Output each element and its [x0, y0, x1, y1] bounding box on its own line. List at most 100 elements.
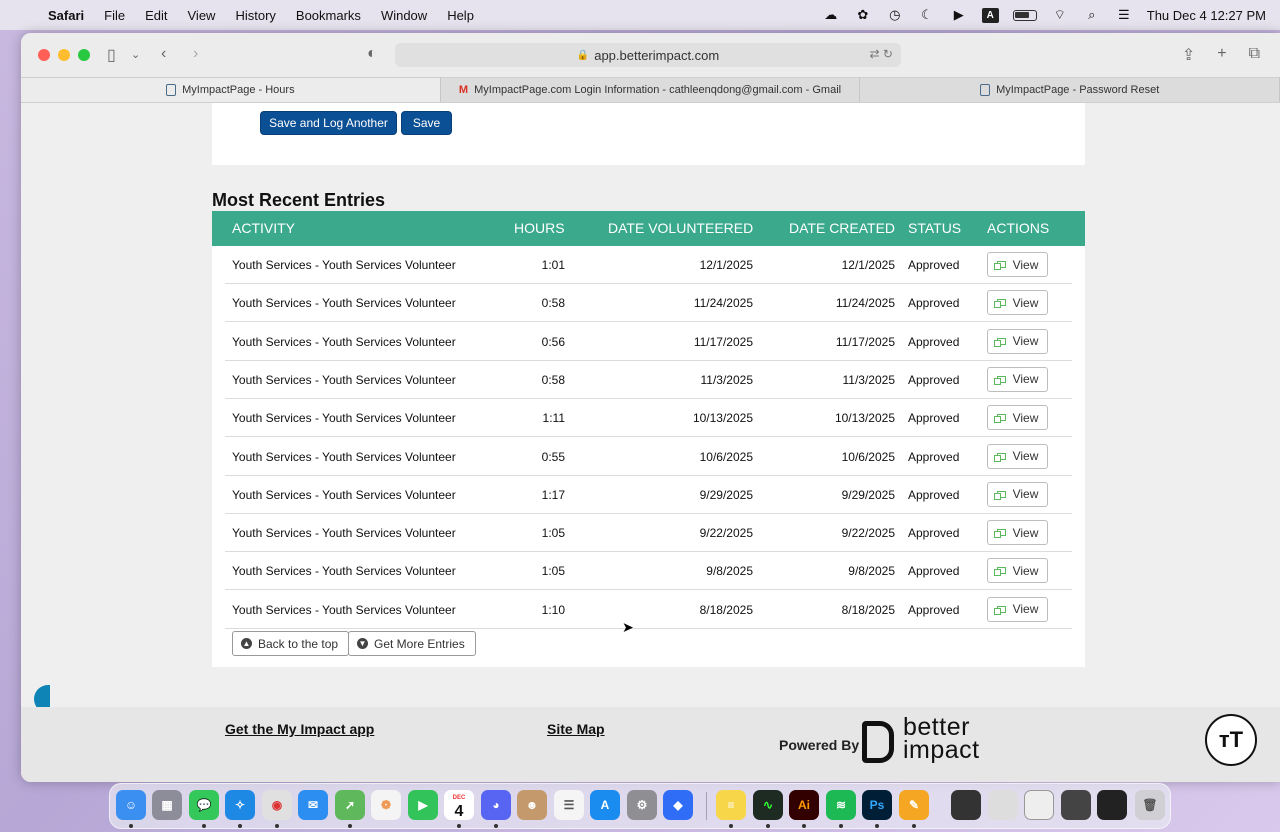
- safari-icon[interactable]: ✧: [225, 790, 255, 820]
- view-button[interactable]: View: [987, 252, 1048, 277]
- spotlight-search-icon[interactable]: ⌕: [1083, 7, 1101, 22]
- play-icon[interactable]: ▶: [950, 7, 968, 22]
- menu-clock[interactable]: Thu Dec 4 12:27 PM: [1147, 8, 1266, 23]
- menu-bookmarks[interactable]: Bookmarks: [296, 8, 361, 23]
- window-thumbnail-3-icon[interactable]: [1024, 790, 1054, 820]
- window-thumbnail-4-icon[interactable]: [1061, 790, 1091, 820]
- minimize-window-button[interactable]: [58, 49, 70, 61]
- zoom-window-button[interactable]: [78, 49, 90, 61]
- window-thumbnail-2-icon[interactable]: [988, 790, 1018, 820]
- address-bar[interactable]: 🔒 app.betterimpact.com ⇄ ↻: [395, 43, 901, 67]
- messages-icon[interactable]: 💬: [189, 790, 219, 820]
- close-window-button[interactable]: [38, 49, 50, 61]
- date-volunteered-cell: 9/8/2025: [706, 564, 753, 579]
- wifi-icon[interactable]: ⌔: [1051, 7, 1069, 22]
- system-settings-icon[interactable]: ⚙: [627, 790, 657, 820]
- hours-cell: 1:05: [541, 526, 565, 541]
- window-controls: [38, 49, 90, 61]
- extension-icon[interactable]: ✿: [854, 7, 872, 22]
- calendar-icon[interactable]: DEC 4: [444, 790, 474, 820]
- save-button[interactable]: Save: [401, 111, 452, 135]
- spotify-icon[interactable]: ≋: [826, 790, 856, 820]
- view-label: View: [1012, 525, 1039, 540]
- view-button[interactable]: View: [987, 405, 1048, 431]
- pages-icon[interactable]: ✎: [899, 790, 929, 820]
- trash-icon[interactable]: 🗑: [1135, 790, 1165, 820]
- activity-monitor-icon[interactable]: ∿: [753, 790, 783, 820]
- tab-gmail[interactable]: M MyImpactPage.com Login Information - c…: [441, 78, 861, 102]
- input-source-icon[interactable]: A: [981, 7, 999, 23]
- view-button[interactable]: View: [987, 328, 1048, 354]
- battery-icon[interactable]: [1012, 9, 1037, 21]
- browser-toolbar: ▯ ⌄ ‹ › ◐ 🔒 app.betterimpact.com ⇄ ↻ ⇪ +…: [21, 33, 1280, 77]
- date-created-cell: 11/3/2025: [842, 372, 896, 387]
- tab-password-reset[interactable]: MyImpactPage - Password Reset: [860, 78, 1280, 102]
- activity-cell: Youth Services - Youth Services Voluntee…: [232, 411, 456, 426]
- forward-arrow-icon[interactable]: ›: [193, 45, 198, 63]
- site-map-link[interactable]: Site Map: [547, 721, 605, 737]
- menu-help[interactable]: Help: [447, 8, 474, 23]
- tab-hours[interactable]: MyImpactPage - Hours: [21, 78, 441, 102]
- photos-icon[interactable]: ❁: [371, 790, 401, 820]
- photoshop-icon[interactable]: Ps: [862, 790, 892, 820]
- dock-running-dot: [275, 824, 279, 828]
- new-tab-icon[interactable]: +: [1217, 45, 1226, 65]
- back-arrow-icon[interactable]: ‹: [161, 45, 166, 63]
- discord-icon[interactable]: ◕: [481, 790, 511, 820]
- time-machine-icon[interactable]: ◷: [886, 7, 904, 22]
- view-button[interactable]: View: [987, 596, 1048, 622]
- status-cell: Approved: [908, 334, 960, 349]
- sidebar-toggle-icon[interactable]: ▯: [107, 45, 116, 65]
- creative-cloud-icon[interactable]: ☁: [822, 7, 840, 22]
- menu-edit[interactable]: Edit: [145, 8, 167, 23]
- get-more-entries-button[interactable]: ▼ Get More Entries: [348, 631, 476, 656]
- view-button[interactable]: View: [987, 558, 1048, 584]
- roblox-icon[interactable]: ◆: [663, 790, 693, 820]
- launchpad-icon[interactable]: ▦: [152, 790, 182, 820]
- facetime-icon[interactable]: ▶: [408, 790, 438, 820]
- log-hours-form-footer: Save and Log Another Save: [212, 103, 1085, 165]
- reminders-icon[interactable]: ☰: [554, 790, 584, 820]
- view-button[interactable]: View: [987, 520, 1048, 546]
- view-button[interactable]: View: [987, 481, 1048, 507]
- menu-file[interactable]: File: [104, 8, 125, 23]
- view-button[interactable]: View: [987, 290, 1048, 316]
- menu-app-name[interactable]: Safari: [48, 8, 84, 23]
- status-cell: Approved: [908, 602, 960, 617]
- powered-by-label: Powered By: [779, 737, 860, 753]
- maps-icon[interactable]: ➚: [335, 790, 365, 820]
- back-to-top-button[interactable]: ▲ Back to the top: [232, 631, 350, 656]
- control-center-icon[interactable]: ☰: [1115, 7, 1133, 22]
- date-created-cell: 12/1/2025: [841, 258, 895, 272]
- chrome-icon[interactable]: ◉: [262, 790, 292, 820]
- text-size-icon[interactable]: тT: [1205, 714, 1257, 766]
- date-created-cell: 11/17/2025: [835, 334, 895, 349]
- privacy-shield-icon[interactable]: ◐: [367, 45, 377, 63]
- save-and-log-another-button[interactable]: Save and Log Another: [260, 111, 397, 135]
- window-thumbnail-1-icon[interactable]: [951, 790, 981, 820]
- view-button[interactable]: View: [987, 443, 1048, 469]
- window-thumbnail-5-icon[interactable]: [1097, 790, 1127, 820]
- chevron-down-icon[interactable]: ⌄: [131, 48, 140, 61]
- activity-cell: Youth Services - Youth Services Voluntee…: [232, 372, 456, 387]
- menu-view[interactable]: View: [188, 8, 216, 23]
- view-button[interactable]: View: [987, 366, 1048, 392]
- menu-window[interactable]: Window: [381, 8, 427, 23]
- notes-icon[interactable]: ≡: [716, 790, 746, 820]
- contacts-icon[interactable]: ☻: [517, 790, 547, 820]
- menu-history[interactable]: History: [235, 8, 275, 23]
- app-store-icon[interactable]: A: [590, 790, 620, 820]
- translate-reload-icons[interactable]: ⇄ ↻: [870, 47, 893, 61]
- date-created-cell: 9/22/2025: [841, 526, 895, 541]
- share-icon[interactable]: ⇪: [1182, 45, 1195, 65]
- view-details-icon: [993, 414, 1006, 424]
- date-volunteered-cell: 11/3/2025: [700, 372, 754, 387]
- finder-icon[interactable]: ☺: [116, 790, 146, 820]
- focus-moon-icon[interactable]: ☾: [918, 7, 936, 22]
- illustrator-icon[interactable]: Ai: [789, 790, 819, 820]
- menu-bar: Safari File Edit View History Bookmarks …: [0, 0, 1280, 30]
- tab-overview-icon[interactable]: ⧉: [1249, 45, 1260, 65]
- get-app-link[interactable]: Get the My Impact app: [225, 721, 374, 737]
- view-details-icon: [993, 452, 1006, 462]
- mail-icon[interactable]: ✉: [298, 790, 328, 820]
